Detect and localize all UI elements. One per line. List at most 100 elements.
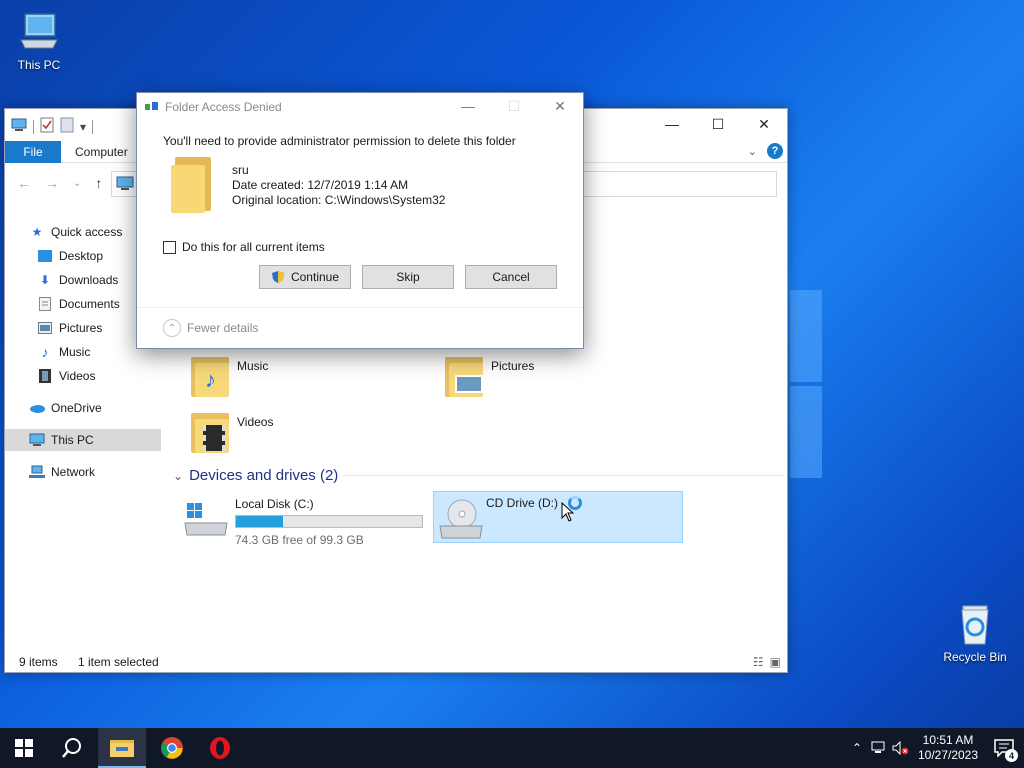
sidebar-item-this-pc[interactable]: This PC xyxy=(5,429,161,451)
sidebar-item-label: Music xyxy=(59,345,91,359)
taskbar: ⌃ 10:51 AM 10/27/2023 4 xyxy=(0,728,1024,768)
search-button[interactable] xyxy=(48,728,96,768)
desktop-icon-recycle-bin[interactable]: Recycle Bin xyxy=(939,602,1011,664)
tab-file[interactable]: File xyxy=(5,141,61,163)
desktop-icon-this-pc[interactable]: This PC xyxy=(3,10,75,72)
folder-tile-pictures[interactable]: Pictures xyxy=(445,357,534,397)
large-icons-view-icon[interactable]: ▣ xyxy=(770,655,781,669)
recent-locations-chevron-icon[interactable]: ⌄ xyxy=(73,178,81,191)
tab-computer[interactable]: Computer xyxy=(75,145,128,159)
chrome-icon xyxy=(161,737,183,759)
desktop-icon-label: Recycle Bin xyxy=(943,650,1007,664)
sidebar-item-label: Desktop xyxy=(59,249,104,263)
nav-arrows: ← → ⌄ ↑ xyxy=(17,175,102,191)
search-input[interactable] xyxy=(583,171,777,197)
drive-free-space: 74.3 GB free of 99.3 GB xyxy=(235,533,364,547)
folder-label: Music xyxy=(237,359,269,373)
maximize-button: ☐ xyxy=(507,97,521,114)
taskbar-file-explorer[interactable] xyxy=(98,728,146,768)
expand-ribbon-chevron-icon[interactable]: ⌄ xyxy=(748,145,757,158)
folder-date-created: Date created: 12/7/2019 1:14 AM xyxy=(232,178,409,192)
taskbar-opera[interactable] xyxy=(196,728,244,768)
close-button[interactable]: ✕ xyxy=(537,93,583,119)
forward-arrow-icon[interactable]: → xyxy=(45,175,59,191)
uac-shield-icon xyxy=(271,270,285,284)
cancel-button-label: Cancel xyxy=(492,270,530,284)
folder-tile-music[interactable]: ♪ Music xyxy=(191,357,268,397)
status-bar: 9 items 1 item selected ☷ ▣ xyxy=(5,651,787,673)
action-center-button[interactable]: 4 xyxy=(984,739,1024,762)
fewer-details-label: Fewer details xyxy=(187,321,259,335)
address-bar[interactable] xyxy=(111,171,137,197)
drive-name: Local Disk (C:) xyxy=(235,497,314,511)
drive-usage-fill xyxy=(236,516,283,527)
clock-date: 10/27/2023 xyxy=(917,748,979,762)
drive-tile-cd-drive[interactable]: CD Drive (D:) xyxy=(433,491,683,543)
sidebar-item-label: Pictures xyxy=(59,321,103,335)
music-note-icon: ♪ xyxy=(205,367,216,392)
cloud-icon xyxy=(29,400,45,416)
dialog-title: Folder Access Denied xyxy=(165,100,282,114)
help-icon[interactable]: ? xyxy=(767,143,783,159)
folder-original-location: Original location: C:\Windows\System32 xyxy=(232,193,446,207)
sidebar-item-label: Network xyxy=(51,465,96,479)
folder-icon: ♪ xyxy=(191,357,229,397)
picture-icon xyxy=(37,320,53,336)
folder-details: sru Date created: 12/7/2019 1:14 AM Orig… xyxy=(232,163,445,208)
skip-button[interactable]: Skip xyxy=(362,265,454,289)
drive-tile-local-disk[interactable]: Local Disk (C:) 74.3 GB free of 99.3 GB xyxy=(183,493,431,547)
network-icon xyxy=(29,464,45,480)
folder-label: Pictures xyxy=(491,359,535,373)
up-arrow-icon[interactable]: ↑ xyxy=(95,175,102,191)
system-clock[interactable]: 10:51 AM 10/27/2023 xyxy=(912,733,984,763)
drive-name: CD Drive (D:) xyxy=(486,496,558,510)
dialog-divider xyxy=(137,307,583,308)
sidebar-item-label: OneDrive xyxy=(51,401,102,415)
back-arrow-icon[interactable]: ← xyxy=(17,175,31,191)
details-view-icon[interactable]: ☷ xyxy=(753,655,764,669)
close-button[interactable]: ✕ xyxy=(741,109,787,139)
dialog-message: You'll need to provide administrator per… xyxy=(163,134,516,148)
computer-icon[interactable] xyxy=(11,118,27,135)
sidebar-item-onedrive[interactable]: OneDrive xyxy=(5,397,161,419)
checkbox-box[interactable] xyxy=(163,240,176,254)
new-folder-icon[interactable] xyxy=(60,117,74,136)
volume-muted-icon[interactable] xyxy=(890,741,912,755)
wallpaper-light xyxy=(790,386,822,478)
start-icon xyxy=(15,739,33,757)
sidebar-item-label: Documents xyxy=(59,297,120,311)
drive-usage-bar xyxy=(235,515,423,528)
skip-button-label: Skip xyxy=(396,270,420,284)
continue-button-label: Continue xyxy=(290,270,340,284)
clock-time: 10:51 AM xyxy=(922,733,974,747)
fewer-details-toggle[interactable]: ⌃ Fewer details xyxy=(163,319,258,337)
apply-to-all-checkbox[interactable]: Do this for all current items xyxy=(163,240,325,254)
cancel-button[interactable]: Cancel xyxy=(465,265,557,289)
sidebar-item-network[interactable]: Network xyxy=(5,461,161,483)
dialog-titlebar[interactable]: Folder Access Denied xyxy=(145,100,282,114)
music-note-icon: ♪ xyxy=(41,344,49,360)
network-status-icon[interactable] xyxy=(868,741,890,755)
devices-section-header[interactable]: ⌄ Devices and drives (2) xyxy=(173,467,338,484)
star-icon: ★ xyxy=(31,225,43,239)
taskbar-chrome[interactable] xyxy=(148,728,196,768)
folder-access-denied-dialog[interactable]: Folder Access Denied — ☐ ✕ You'll need t… xyxy=(136,92,584,349)
minimize-button[interactable]: — xyxy=(649,109,695,139)
folder-icon xyxy=(171,157,211,213)
properties-icon[interactable] xyxy=(40,117,54,136)
minimize-button[interactable]: — xyxy=(445,93,491,119)
chevron-down-icon: ⌄ xyxy=(173,468,184,483)
picture-icon xyxy=(455,375,483,393)
show-hidden-icons-chevron-icon[interactable]: ⌃ xyxy=(846,741,868,755)
sidebar-item-label: Videos xyxy=(59,369,96,383)
selection-count: 1 item selected xyxy=(78,655,159,669)
toolbar-divider xyxy=(33,119,34,134)
folder-tile-videos[interactable]: Videos xyxy=(191,413,273,453)
chevron-down-icon[interactable]: ▾ xyxy=(80,120,86,134)
continue-button[interactable]: Continue xyxy=(259,265,351,289)
maximize-button[interactable]: ☐ xyxy=(695,109,741,139)
search-icon xyxy=(62,738,81,758)
recycle-bin-icon xyxy=(953,602,997,646)
start-button[interactable] xyxy=(0,728,48,768)
sidebar-item-videos[interactable]: Videos xyxy=(5,365,161,387)
